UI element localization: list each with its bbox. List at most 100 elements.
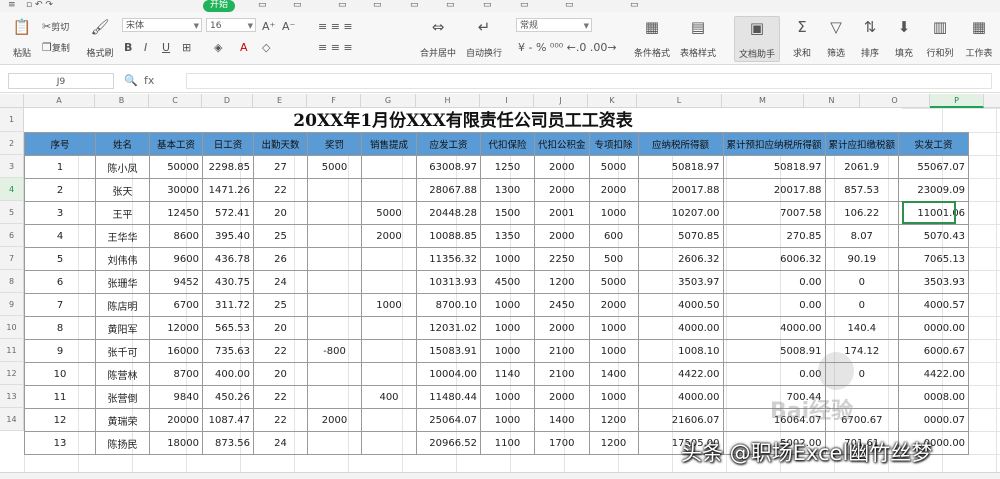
table-cell[interactable]: 22 [253, 408, 308, 432]
table-cell[interactable]: 4422.00 [637, 362, 724, 386]
column-header-p[interactable]: P [930, 94, 984, 108]
table-cell[interactable] [307, 385, 362, 409]
table-cell[interactable]: 刘伟伟 [95, 247, 150, 271]
table-cell[interactable]: 张千可 [95, 339, 150, 363]
table-cell[interactable]: 10004.00 [416, 362, 481, 386]
table-cell[interactable]: 2000 [534, 224, 590, 248]
table-cell[interactable]: 12 [24, 408, 96, 432]
table-cell[interactable]: -800 [307, 339, 362, 363]
table-cell[interactable]: 600 [588, 224, 639, 248]
table-cell[interactable]: 0000.00 [898, 316, 970, 340]
table-cell[interactable]: 9 [24, 339, 96, 363]
table-cell[interactable]: 565.53 [202, 316, 254, 340]
table-header-cell[interactable]: 专项扣除 [588, 132, 639, 156]
table-cell[interactable] [361, 316, 417, 340]
table-cell[interactable]: 12000 [149, 316, 203, 340]
table-cell[interactable]: 2298.85 [202, 155, 254, 179]
table-cell[interactable]: 黄阳军 [95, 316, 150, 340]
table-cell[interactable]: 1000 [480, 408, 535, 432]
active-cell-selection[interactable] [902, 201, 956, 224]
table-cell[interactable]: 5000 [307, 155, 362, 179]
table-cell[interactable]: 4000.50 [637, 293, 724, 317]
column-header-q[interactable]: Q [984, 94, 1000, 108]
table-cell[interactable]: 2100 [534, 339, 590, 363]
tab-formulas[interactable]: ▭ [338, 0, 347, 12]
table-cell[interactable]: 1000 [480, 293, 535, 317]
table-cell[interactable]: 50000 [149, 155, 203, 179]
table-cell[interactable]: 4500 [480, 270, 535, 294]
sheet-title[interactable]: 20XX年1月份XXX有限责任公司员工工资表 [24, 108, 902, 132]
table-cell[interactable]: 873.56 [202, 431, 254, 455]
clear-format-icon[interactable]: ◇ [262, 41, 270, 54]
auto-wrap-button[interactable]: ↵ 自动换行 [462, 16, 506, 60]
fill-button[interactable]: ⬇ 填充 [888, 16, 920, 60]
font-shrink-icon[interactable]: A⁻ [282, 20, 295, 33]
table-cell[interactable]: 2061.9 [824, 155, 900, 179]
tab-doc-helper[interactable]: ▭ [630, 0, 639, 12]
row-header-1[interactable]: 1 [0, 108, 24, 132]
table-cell[interactable]: 140.4 [824, 316, 900, 340]
conditional-format-button[interactable]: ▦ 条件格式 [630, 16, 674, 60]
table-cell[interactable]: 陈营林 [95, 362, 150, 386]
table-cell[interactable]: 张天 [95, 178, 150, 202]
table-cell[interactable]: 7 [24, 293, 96, 317]
italic-icon[interactable]: I [144, 41, 147, 54]
formula-input[interactable] [186, 73, 992, 89]
table-cell[interactable]: 10088.85 [416, 224, 481, 248]
table-cell[interactable]: 12450 [149, 201, 203, 225]
paste-button[interactable]: 📋 粘贴 [2, 16, 42, 60]
table-cell[interactable] [361, 408, 417, 432]
table-cell[interactable] [307, 247, 362, 271]
column-header-c[interactable]: C [149, 94, 202, 108]
copy-button[interactable]: ❐复制 [42, 41, 70, 54]
table-cell[interactable]: 27 [253, 155, 308, 179]
row-header-8[interactable]: 8 [0, 270, 24, 293]
table-cell[interactable]: 15083.91 [416, 339, 481, 363]
align-top-icon[interactable]: ≡ ≡ ≡ [318, 20, 353, 33]
table-cell[interactable]: 1000 [480, 247, 535, 271]
table-cell[interactable]: 4000.00 [637, 316, 724, 340]
table-cell[interactable]: 8600 [149, 224, 203, 248]
row-header-13[interactable]: 13 [0, 385, 24, 408]
table-cell[interactable] [361, 431, 417, 455]
table-header-cell[interactable]: 代扣公积金 [534, 132, 590, 156]
table-cell[interactable]: 黄瑞荣 [95, 408, 150, 432]
column-header-n[interactable]: N [804, 94, 860, 108]
row-header-5[interactable]: 5 [0, 201, 24, 224]
file-menu-icon[interactable]: ≡ [8, 0, 16, 12]
table-cell[interactable]: 20448.28 [416, 201, 481, 225]
table-cell[interactable]: 2000 [534, 155, 590, 179]
row-header-14[interactable]: 14 [0, 408, 24, 431]
column-header-d[interactable]: D [202, 94, 253, 108]
table-cell[interactable]: 2000 [588, 293, 639, 317]
table-cell[interactable]: 400.00 [202, 362, 254, 386]
table-cell[interactable]: 20966.52 [416, 431, 481, 455]
table-cell[interactable]: 1200 [588, 408, 639, 432]
row-header-11[interactable]: 11 [0, 339, 24, 362]
table-cell[interactable]: 1008.10 [637, 339, 724, 363]
table-cell[interactable]: 400 [361, 385, 417, 409]
table-cell[interactable]: 24 [253, 431, 308, 455]
row-header-7[interactable]: 7 [0, 247, 24, 270]
table-cell[interactable]: 4000.57 [898, 293, 970, 317]
row-header-3[interactable]: 3 [0, 155, 24, 178]
table-cell[interactable]: 430.75 [202, 270, 254, 294]
table-cell[interactable]: 735.63 [202, 339, 254, 363]
table-cell[interactable]: 26 [253, 247, 308, 271]
table-cell[interactable] [361, 339, 417, 363]
table-cell[interactable]: 21606.07 [637, 408, 724, 432]
sort-button[interactable]: ⇅ 排序 [854, 16, 886, 60]
table-cell[interactable]: 6000.67 [898, 339, 970, 363]
table-cell[interactable]: 16000 [149, 339, 203, 363]
row-header-12[interactable]: 12 [0, 362, 24, 385]
table-cell[interactable]: 50818.97 [722, 155, 826, 179]
table-header-cell[interactable]: 基本工资 [149, 132, 203, 156]
table-cell[interactable]: 30000 [149, 178, 203, 202]
table-cell[interactable]: 2 [24, 178, 96, 202]
table-cell[interactable] [361, 155, 417, 179]
table-cell[interactable]: 6006.32 [722, 247, 826, 271]
table-cell[interactable]: 1400 [534, 408, 590, 432]
table-cell[interactable]: 0.00 [722, 270, 826, 294]
row-header-10[interactable]: 10 [0, 316, 24, 339]
table-cell[interactable]: 7007.58 [722, 201, 826, 225]
